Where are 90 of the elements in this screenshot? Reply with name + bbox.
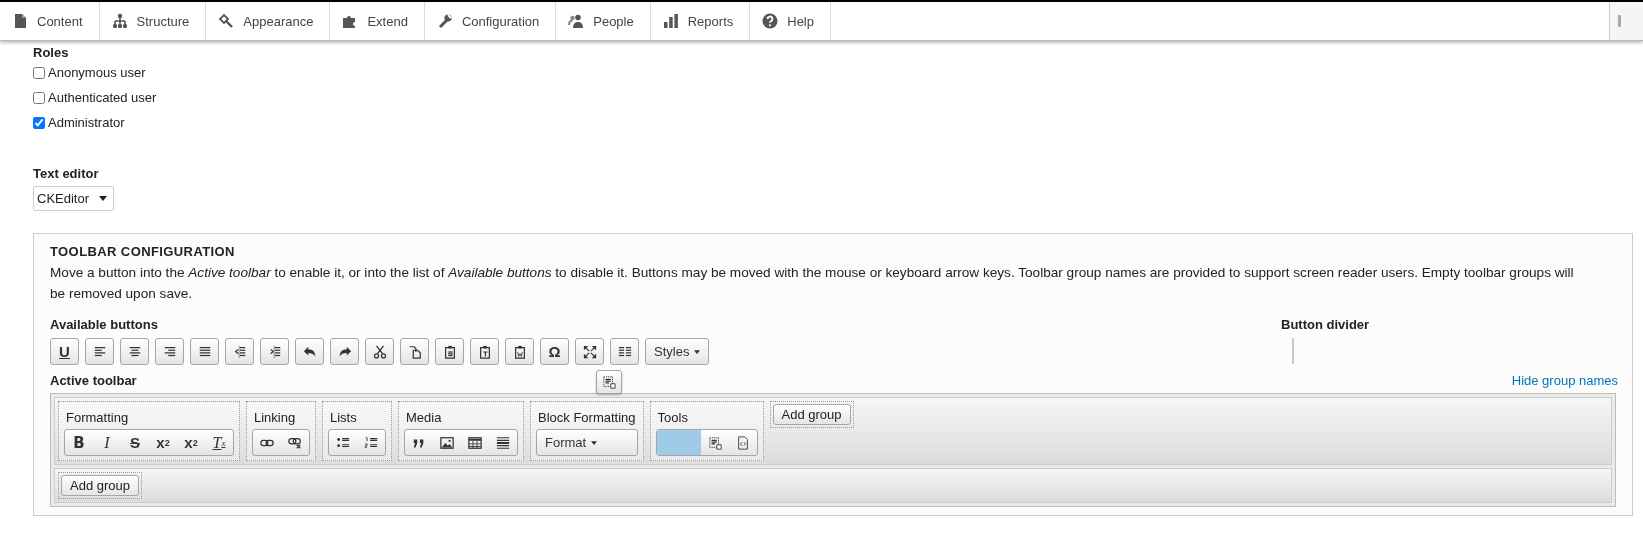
- help-icon: [762, 13, 779, 29]
- maximize-icon: [582, 344, 597, 359]
- checkbox-label: Anonymous user: [48, 65, 146, 80]
- checkbox[interactable]: [33, 116, 45, 129]
- caret-icon: [99, 196, 108, 201]
- grip-icon: [1618, 15, 1621, 27]
- menu-tab[interactable]: Content: [0, 2, 100, 40]
- dropdown-button[interactable]: Styles: [645, 338, 710, 365]
- menu-tab[interactable]: Structure: [99, 2, 207, 40]
- editor-button[interactable]: B: [65, 430, 93, 455]
- text-lines-icon: [617, 344, 632, 359]
- bullet-list-icon: [336, 435, 350, 450]
- show-blocks-icon: [602, 375, 616, 389]
- people-icon: [568, 13, 585, 29]
- menu-tab[interactable]: Appearance: [206, 2, 331, 40]
- checkbox-label: Authenticated user: [48, 90, 157, 105]
- description-text: Move a button into the Active toolbar to enable it, or into the list of Available buttons to disable it. Buttons may be moved with the mouse or keyboard arrow keys. Toolbar group names are provided to support screen reader users. Empty toolbar groups will be removed upon save.: [50, 264, 1575, 303]
- caret-icon: [591, 440, 598, 445]
- document-icon: [12, 13, 28, 29]
- show-blocks-icon: [707, 435, 722, 450]
- hide-group-names-link[interactable]: Hide group names: [1511, 373, 1618, 388]
- checkbox[interactable]: [33, 66, 45, 79]
- section-label: Active toolbar: [50, 373, 137, 388]
- editor-button[interactable]: S: [121, 430, 149, 455]
- clipboard-icon: [442, 344, 457, 359]
- scissors-icon: [372, 344, 387, 359]
- section-label: Available buttons: [50, 317, 159, 332]
- table-icon: [468, 435, 482, 450]
- clipboard-icon: [512, 344, 527, 359]
- scissors-button[interactable]: [365, 338, 394, 365]
- wrench-icon: [436, 13, 453, 29]
- group-name: Linking: [253, 409, 297, 427]
- menu-tab[interactable]: Extend: [330, 2, 425, 40]
- field-label: Text editor: [33, 166, 100, 181]
- menu-tab[interactable]: Configuration: [424, 2, 557, 40]
- add-group-button[interactable]: Add group: [772, 404, 851, 425]
- outdent-button[interactable]: [225, 338, 254, 365]
- align-left-button[interactable]: [85, 338, 114, 365]
- indent-icon: [267, 344, 282, 359]
- text-lines-button[interactable]: [610, 338, 639, 365]
- panel-title: TOOLBAR CONFIGURATION: [50, 244, 236, 259]
- numbered-list-icon: [364, 435, 378, 450]
- image-icon: [440, 435, 454, 450]
- show-blocks-button[interactable]: [596, 370, 622, 394]
- undo-arrow-button[interactable]: [295, 338, 324, 365]
- hammer-icon: [218, 13, 235, 29]
- menu-tab[interactable]: Reports: [650, 2, 751, 40]
- unlink-icon: [288, 435, 302, 450]
- group-name: Lists: [329, 409, 358, 427]
- source-code-icon: [735, 435, 750, 450]
- group-name: Media: [405, 409, 443, 427]
- editor-button[interactable]: x$^{2}$: [149, 430, 177, 455]
- clipboard-icon: [477, 344, 492, 359]
- horizontal-rule-icon: [496, 435, 510, 450]
- group-name: Block Formatting: [537, 409, 637, 427]
- align-center-button[interactable]: [120, 338, 149, 365]
- editor-button[interactable]: I: [93, 430, 121, 455]
- editor-button[interactable]: Ω: [540, 338, 569, 365]
- copy-button[interactable]: [400, 338, 429, 365]
- maximize-button[interactable]: [575, 338, 604, 365]
- redo-arrow-button[interactable]: [330, 338, 359, 365]
- align-right-button[interactable]: [155, 338, 184, 365]
- menu-tab[interactable]: People: [556, 2, 651, 40]
- align-right-icon: [162, 344, 177, 359]
- dropdown-button[interactable]: Format: [537, 430, 606, 455]
- sitemap-icon: [111, 13, 128, 29]
- clipboard-button[interactable]: [435, 338, 464, 365]
- copy-icon: [407, 344, 422, 359]
- align-left-icon: [92, 344, 107, 359]
- outdent-icon: [232, 344, 247, 359]
- justify-button[interactable]: [190, 338, 219, 365]
- toolbar-toggle[interactable]: [1609, 2, 1643, 40]
- bar-chart-icon: [662, 13, 679, 29]
- justify-icon: [197, 344, 212, 359]
- add-group-button[interactable]: Add group: [61, 475, 139, 496]
- caret-icon: [694, 349, 701, 354]
- menu-tab[interactable]: Help: [750, 2, 831, 40]
- checkbox[interactable]: [33, 91, 45, 104]
- align-center-icon: [127, 344, 142, 359]
- editor-select[interactable]: CKEditor: [33, 186, 115, 211]
- editor-button[interactable]: U: [50, 338, 79, 365]
- indent-button[interactable]: [260, 338, 289, 365]
- clipboard-button[interactable]: [505, 338, 534, 365]
- section-label: Roles: [33, 45, 70, 60]
- checkbox-label: Administrator: [48, 115, 125, 130]
- section-label: Button divider: [1281, 317, 1371, 332]
- group-name: Tools: [656, 409, 689, 427]
- clipboard-button[interactable]: [470, 338, 499, 365]
- group-name: Formatting: [65, 409, 130, 427]
- drop-placeholder: [656, 430, 701, 455]
